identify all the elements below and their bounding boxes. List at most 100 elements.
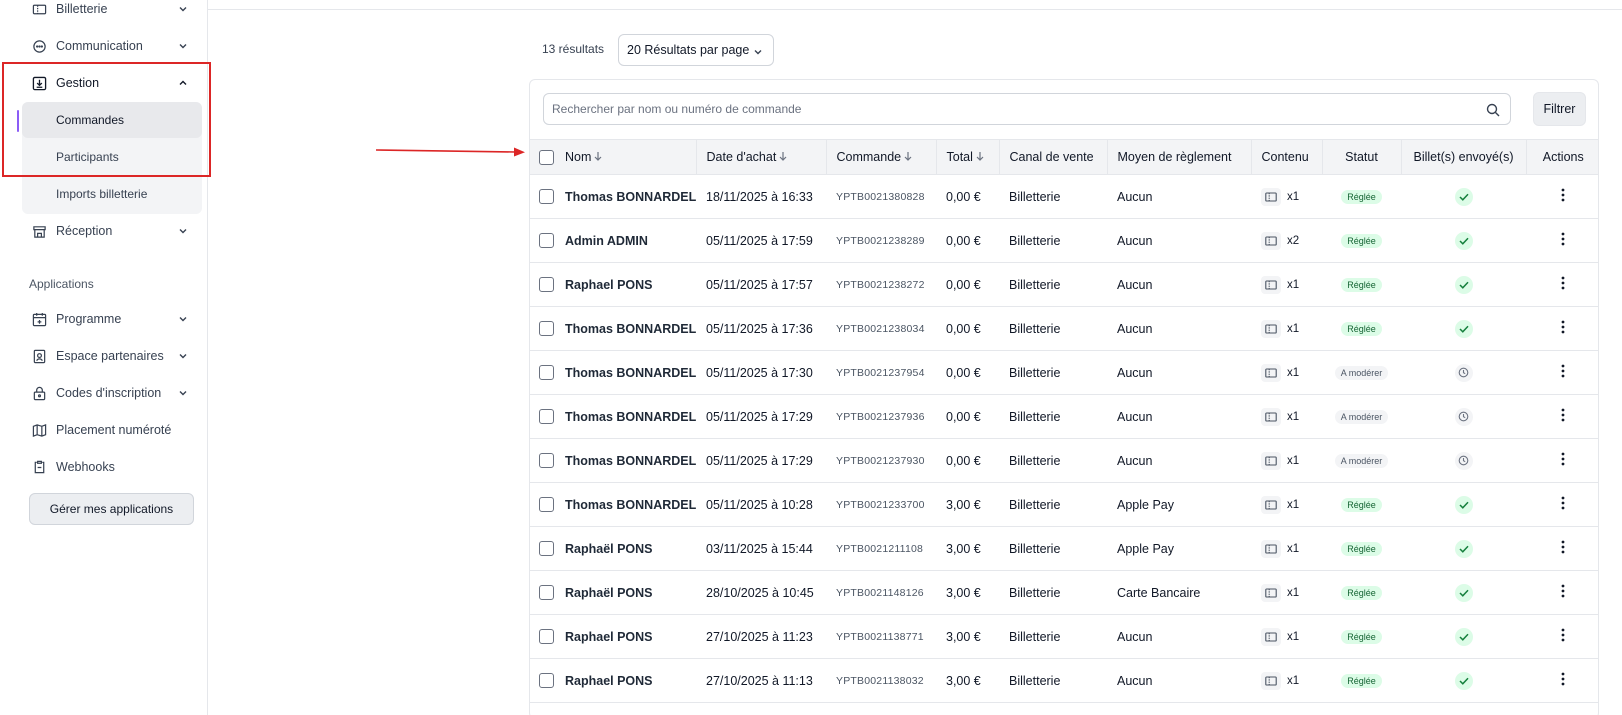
cell-commande: YPTB0021211108 — [836, 542, 924, 555]
filter-button[interactable]: Filtrer — [1533, 92, 1586, 126]
search-icon[interactable] — [1486, 103, 1500, 117]
cell-actions — [1526, 307, 1598, 351]
table-row[interactable]: Thomas BONNARDEL 18/11/2025 à 16:33 YPTB00… — [530, 175, 1598, 219]
cell-statut: A modérer — [1322, 395, 1401, 439]
cell-date: 28/10/2025 à 10:45 — [706, 585, 814, 600]
ticket-icon — [1261, 407, 1281, 426]
manage-apps-button[interactable]: Gérer mes applications — [29, 493, 194, 525]
ticket-quantity: x1 — [1287, 586, 1300, 599]
cell-nom[interactable]: Thomas BONNARDEL — [555, 307, 696, 351]
row-checkbox[interactable] — [539, 541, 554, 557]
more-vertical-icon[interactable] — [1561, 584, 1565, 598]
cell-canal: Billetterie — [1009, 629, 1061, 644]
cell-nom[interactable]: Admin ADMIN — [555, 219, 696, 263]
sidebar-item-codes-inscription[interactable]: Codes d'inscription — [22, 376, 202, 410]
more-vertical-icon[interactable] — [1561, 364, 1565, 378]
sidebar-item-placement-numerote[interactable]: Placement numéroté — [22, 413, 202, 447]
more-vertical-icon[interactable] — [1561, 496, 1565, 510]
sidebar-item-programme[interactable]: Programme — [22, 302, 202, 336]
sidebar-item-espace-partenaires[interactable]: Espace partenaires — [22, 339, 202, 373]
cell-billets — [1401, 659, 1526, 703]
sidebar-item-billetterie[interactable]: Billetterie — [22, 0, 202, 26]
sidebar-item-communication[interactable]: Communication — [22, 29, 202, 63]
row-checkbox[interactable] — [539, 277, 554, 293]
cell-billets — [1401, 263, 1526, 307]
more-vertical-icon[interactable] — [1561, 628, 1565, 642]
ticket-icon — [1261, 231, 1281, 250]
cell-date: 05/11/2025 à 17:59 — [706, 233, 813, 248]
table-row[interactable]: Thomas BONNARDEL 05/11/2025 à 17:29 YPTB00… — [530, 439, 1598, 483]
row-checkbox[interactable] — [539, 321, 554, 337]
more-vertical-icon[interactable] — [1561, 232, 1565, 246]
cell-total: 0,00 € — [946, 409, 981, 424]
table-row[interactable]: Raphaël PONS 03/11/2025 à 15:44 YPTB002121… — [530, 527, 1598, 571]
cell-nom[interactable]: Thomas BONNARDEL — [555, 351, 696, 395]
cell-moyen: Aucun — [1117, 629, 1153, 644]
more-vertical-icon[interactable] — [1561, 276, 1565, 290]
col-total[interactable]: Total — [936, 139, 1000, 175]
cell-nom[interactable]: Thomas BONNARDEL — [555, 439, 696, 483]
more-vertical-icon[interactable] — [1561, 320, 1565, 334]
more-vertical-icon[interactable] — [1561, 540, 1565, 554]
row-checkbox[interactable] — [539, 497, 554, 513]
cell-nom[interactable]: Thomas BONNARDEL — [555, 483, 696, 527]
annotation-highlight-box — [2, 62, 211, 177]
table-row[interactable]: Thomas BONNARDEL 05/11/2025 à 17:36 YPTB00… — [530, 307, 1598, 351]
cell-moyen: Carte Bancaire — [1117, 585, 1201, 600]
cell-nom[interactable]: Raphael PONS — [555, 615, 696, 659]
table-row[interactable]: Raphael PONS 27/10/2025 à 11:23 YPTB002113… — [530, 615, 1598, 659]
calendar-icon — [32, 312, 47, 327]
row-checkbox[interactable] — [539, 453, 554, 469]
col-commande[interactable]: Commande — [826, 139, 937, 175]
sidebar-item-reception[interactable]: Réception — [22, 214, 202, 248]
cell-commande: YPTB0021237936 — [836, 410, 925, 423]
cell-nom[interactable]: Raphaël PONS — [555, 571, 696, 615]
cell-contenu: x1 — [1251, 571, 1322, 615]
table-row[interactable]: Admin ADMIN 05/11/2025 à 17:59 YPTB0021238… — [530, 219, 1598, 263]
row-checkbox[interactable] — [539, 409, 554, 425]
table-row[interactable]: Raphael PONS 05/11/2025 à 17:57 YPTB002123… — [530, 263, 1598, 307]
col-actions: Actions — [1526, 139, 1598, 175]
per-page-select[interactable]: 20 Résultats par page — [618, 34, 774, 66]
cell-nom[interactable]: Thomas BONNARDEL — [555, 175, 696, 219]
cell-contenu: x1 — [1251, 395, 1322, 439]
cell-nom[interactable]: Raphael PONS — [555, 263, 696, 307]
row-checkbox[interactable] — [539, 629, 554, 645]
row-checkbox[interactable] — [539, 233, 554, 249]
search-input[interactable] — [552, 102, 1472, 116]
more-vertical-icon[interactable] — [1561, 672, 1565, 686]
cell-nom[interactable]: Raphaël PONS — [555, 527, 696, 571]
row-checkbox[interactable] — [539, 673, 554, 689]
cell-nom[interactable]: Thomas BONNARDEL — [555, 395, 696, 439]
row-select-cell — [530, 659, 555, 703]
more-vertical-icon[interactable] — [1561, 188, 1565, 202]
sidebar-item-webhooks[interactable]: Webhooks — [22, 450, 202, 484]
status-badge: Réglée — [1341, 498, 1382, 512]
table-row[interactable]: Raphaël PONS 28/10/2025 à 10:45 YPTB002114… — [530, 571, 1598, 615]
row-checkbox[interactable] — [539, 189, 554, 205]
cell-nom[interactable]: Raphael PONS — [555, 659, 696, 703]
check-icon — [1454, 583, 1473, 602]
select-all-checkbox[interactable] — [539, 149, 554, 165]
chevron-down-icon — [754, 50, 762, 55]
col-date[interactable]: Date d'achat — [696, 139, 827, 175]
more-vertical-icon[interactable] — [1561, 452, 1565, 466]
more-vertical-icon[interactable] — [1561, 408, 1565, 422]
table-row[interactable]: Thomas BONNARDEL 05/11/2025 à 10:28 YPTB00… — [530, 483, 1598, 527]
table-row[interactable]: Thomas BONNARDEL 05/11/2025 à 17:30 YPTB00… — [530, 351, 1598, 395]
status-badge: Réglée — [1341, 674, 1382, 688]
cell-commande: YPTB0021238289 — [836, 234, 925, 247]
table-row[interactable]: Thomas BONNARDEL 05/11/2025 à 17:29 YPTB00… — [530, 395, 1598, 439]
col-nom[interactable]: Nom — [555, 139, 697, 175]
row-checkbox[interactable] — [539, 365, 554, 381]
sidebar-subitem-imports-billetterie[interactable]: Imports billetterie — [22, 176, 202, 212]
cell-date: 18/11/2025 à 16:33 — [706, 189, 813, 204]
cell-statut: Réglée — [1322, 527, 1401, 571]
ticket-quantity: x1 — [1287, 190, 1300, 203]
table-row[interactable]: Raphael PONS 27/10/2025 à 11:13 YPTB002113… — [530, 659, 1598, 703]
row-checkbox[interactable] — [539, 585, 554, 601]
cell-total: 3,00 € — [946, 541, 981, 556]
sidebar-item-label: Billetterie — [56, 2, 108, 16]
cell-moyen: Aucun — [1117, 233, 1153, 248]
cell-canal: Billetterie — [1009, 409, 1061, 424]
